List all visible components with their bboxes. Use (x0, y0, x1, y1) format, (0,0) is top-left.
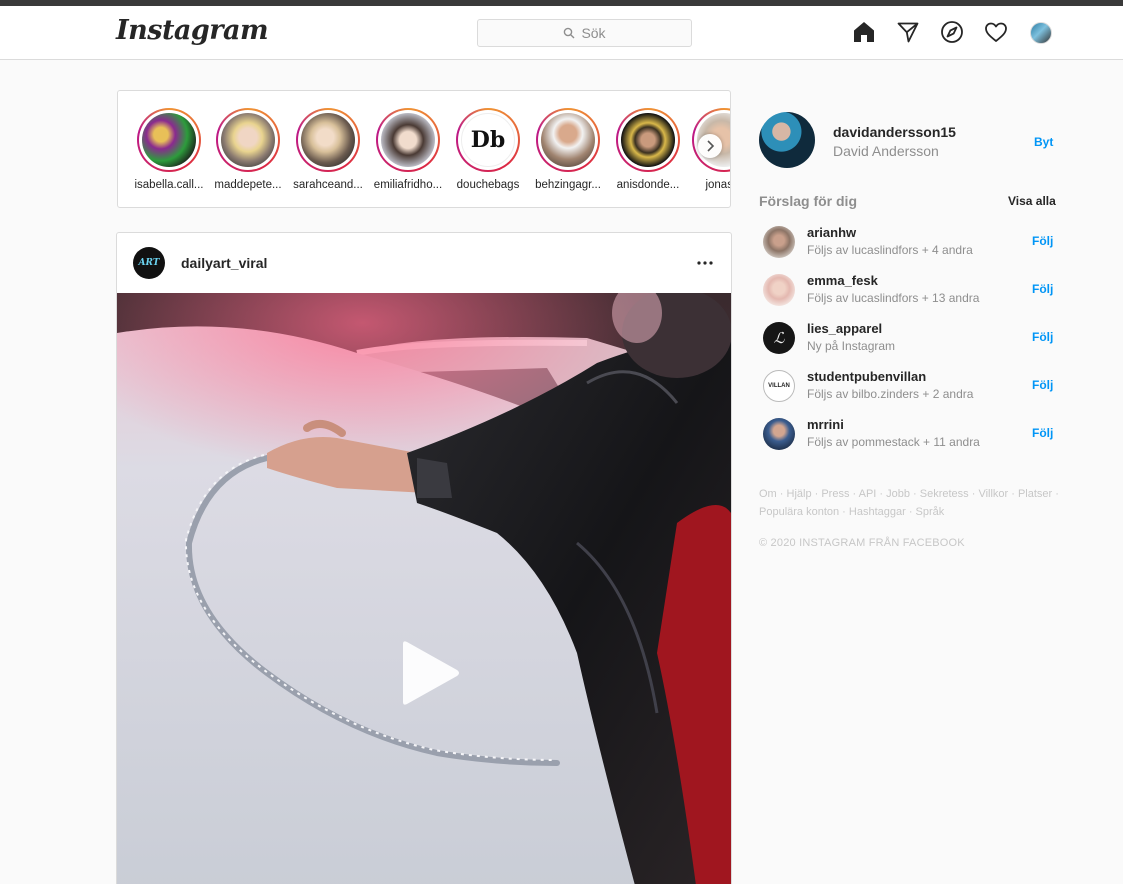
suggestion-avatar[interactable] (763, 226, 795, 258)
instagram-logo[interactable]: Instagram (116, 15, 269, 46)
suggestion-row: VILLAN studentpubenvillan Följs av bilbo… (763, 366, 1053, 406)
lies-apparel-logo[interactable]: ℒ (763, 322, 795, 354)
switch-account-button[interactable]: Byt (1034, 135, 1053, 149)
story-item[interactable]: behzingagr... (528, 108, 608, 191)
suggestion-row: ℒ lies_apparel Ny på Instagram Följ (763, 318, 1053, 358)
copyright: © 2020 INSTAGRAM FRÅN FACEBOOK (759, 537, 965, 549)
suggestion-avatar[interactable] (763, 274, 795, 306)
suggestion-username[interactable]: arianhw (807, 225, 856, 240)
story-item[interactable]: maddepete... (208, 108, 288, 191)
suggestion-subtitle: Följs av lucaslindfors + 4 andra (807, 243, 973, 257)
stories-next-button[interactable] (698, 134, 722, 158)
follow-button[interactable]: Följ (1032, 234, 1053, 248)
search-input[interactable]: Sök (477, 19, 692, 47)
follow-button[interactable]: Följ (1032, 426, 1053, 440)
footer-links-line2[interactable]: Populära konton · Hashtaggar · Språk (759, 503, 1059, 521)
more-dots-icon (697, 261, 713, 265)
story-avatar (621, 113, 675, 167)
post-author-avatar[interactable]: ART (133, 247, 165, 279)
story-name: douchebags (456, 179, 520, 191)
story-name: emiliafridho... (373, 179, 443, 191)
suggestions-title: Förslag för dig (759, 193, 857, 209)
suggestion-username[interactable]: lies_apparel (807, 321, 882, 336)
story-avatar (301, 113, 355, 167)
feed-post: ART dailyart_viral (116, 232, 732, 884)
suggestion-username[interactable]: emma_fesk (807, 273, 878, 288)
suggestion-subtitle: Ny på Instagram (807, 339, 896, 353)
suggestion-row: emma_fesk Följs av lucaslindfors + 13 an… (763, 270, 1053, 310)
activity-heart-icon[interactable] (984, 20, 1010, 46)
explore-icon[interactable] (940, 20, 966, 46)
story-name: jonasfa (705, 179, 730, 191)
suggestion-row: arianhw Följs av lucaslindfors + 4 andra… (763, 222, 1053, 262)
direct-icon[interactable] (896, 20, 922, 46)
suggestion-subtitle: Följs av bilbo.zinders + 2 andra (807, 387, 974, 401)
current-user-username[interactable]: davidandersson15 (833, 124, 956, 140)
follow-button[interactable]: Följ (1032, 330, 1053, 344)
follow-button[interactable]: Följ (1032, 378, 1053, 392)
story-name: sarahceand... (293, 179, 363, 191)
suggestion-username[interactable]: mrrini (807, 417, 844, 432)
story-item[interactable]: sarahceand... (288, 108, 368, 191)
home-icon[interactable] (852, 20, 878, 46)
story-name: anisdonde... (616, 179, 680, 191)
stories-tray: isabella.call... maddepete... sarahceand… (117, 90, 731, 208)
story-avatar (221, 113, 275, 167)
suggestion-username[interactable]: studentpubenvillan (807, 369, 926, 384)
story-item[interactable]: Db douchebags (448, 108, 528, 191)
follow-button[interactable]: Följ (1032, 282, 1053, 296)
story-item[interactable]: isabella.call... (129, 108, 209, 191)
footer-links[interactable]: Om · Hjälp · Press · API · Jobb · Sekret… (759, 485, 1059, 521)
suggestion-avatar[interactable] (763, 418, 795, 450)
footer-links-line1[interactable]: Om · Hjälp · Press · API · Jobb · Sekret… (759, 485, 1059, 503)
search-icon (564, 27, 575, 39)
current-user-fullname: David Andersson (833, 143, 939, 159)
story-name: isabella.call... (134, 179, 204, 191)
story-item[interactable]: anisdonde... (608, 108, 688, 191)
suggestion-row: mrrini Följs av pommestack + 11 andra Fö… (763, 414, 1053, 454)
play-icon (403, 641, 459, 705)
story-avatar (142, 113, 196, 167)
story-item[interactable]: emiliafridho... (368, 108, 448, 191)
villan-logo[interactable]: VILLAN (763, 370, 795, 402)
more-options-button[interactable] (693, 253, 717, 273)
post-author-username[interactable]: dailyart_viral (181, 255, 267, 271)
top-navbar: Instagram Sök (0, 6, 1123, 60)
current-user-avatar[interactable] (759, 112, 815, 168)
story-name: behzingagr... (535, 179, 601, 191)
post-header: ART dailyart_viral (117, 233, 731, 293)
story-avatar (541, 113, 595, 167)
post-video[interactable] (117, 293, 731, 884)
search-placeholder: Sök (581, 25, 606, 41)
play-button[interactable] (395, 640, 461, 706)
chevron-right-icon (707, 140, 715, 152)
story-name: maddepete... (214, 179, 282, 191)
suggestion-subtitle: Följs av lucaslindfors + 13 andra (807, 291, 980, 305)
story-avatar (381, 113, 435, 167)
video-frame (117, 293, 731, 884)
douchebags-logo: Db (461, 113, 515, 167)
profile-avatar[interactable] (1030, 22, 1052, 44)
see-all-link[interactable]: Visa alla (1008, 194, 1056, 208)
suggestion-subtitle: Följs av pommestack + 11 andra (807, 435, 980, 449)
